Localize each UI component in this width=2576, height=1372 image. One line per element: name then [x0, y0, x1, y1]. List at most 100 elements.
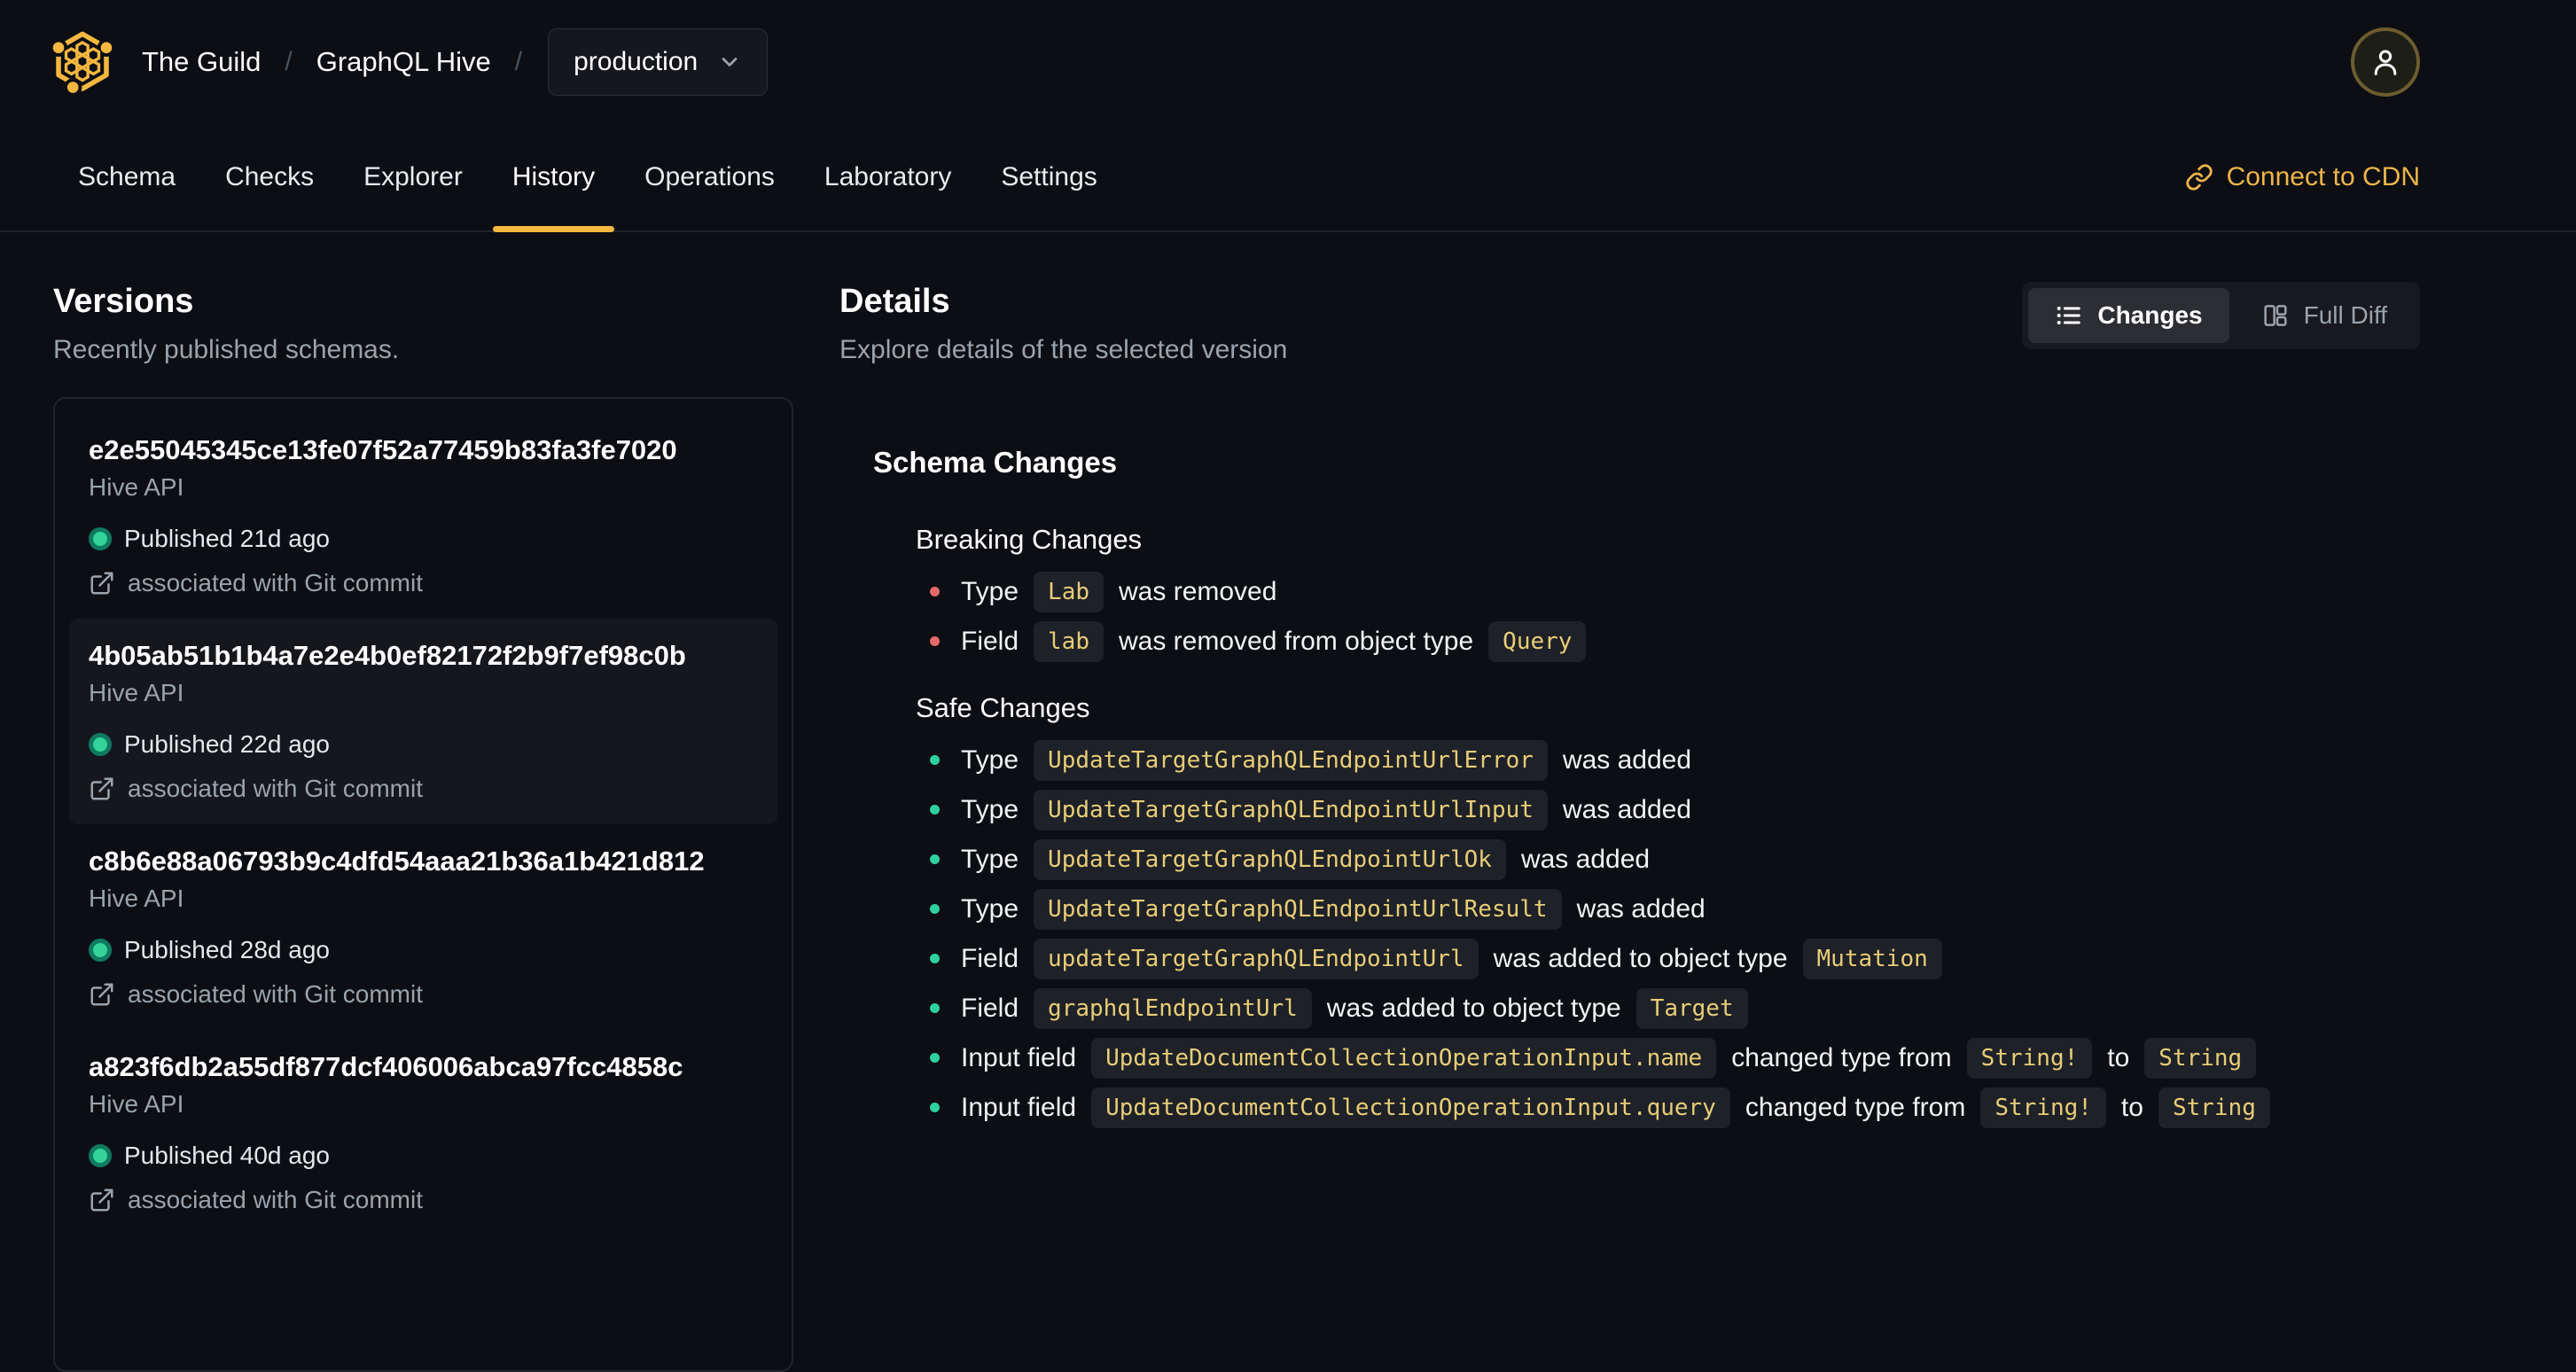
- breadcrumb-separator: /: [285, 47, 293, 76]
- version-hash: c8b6e88a06793b9c4dfd54aaa21b36a1b421d812: [89, 845, 705, 877]
- change-group: Breaking Changes Type Lab was removed Field l…: [873, 523, 2420, 667]
- main-content: Versions Recently published schemas. e2e…: [0, 232, 2576, 1372]
- change-text: Type: [961, 576, 1019, 606]
- change-bullet-icon: [930, 854, 940, 865]
- published-text: Published 28d ago: [124, 935, 330, 963]
- tab-explorer[interactable]: Explorer: [339, 124, 488, 230]
- full-diff-toggle-label: Full Diff: [2303, 301, 2387, 329]
- change-item: Type UpdateTargetGraphQLEndpointUrlResult…: [930, 885, 2420, 934]
- published-dot-icon: [89, 938, 112, 962]
- code-badge: graphqlEndpointUrl: [1034, 987, 1312, 1029]
- change-text: Type: [961, 844, 1019, 874]
- breadcrumb-separator: /: [514, 47, 523, 76]
- change-groups: Breaking Changes Type Lab was removed Field l…: [873, 523, 2420, 1133]
- git-commit-label: associated with Git commit: [128, 1185, 423, 1213]
- details-title: Details: [839, 283, 950, 320]
- version-service: Hive API: [89, 1089, 184, 1118]
- change-text: Field: [961, 993, 1019, 1023]
- breadcrumb-org[interactable]: The Guild: [142, 46, 261, 78]
- change-text: Type: [961, 794, 1019, 824]
- full-diff-toggle-button[interactable]: Full Diff: [2235, 288, 2414, 343]
- code-badge: UpdateTargetGraphQLEndpointUrlInput: [1034, 789, 1548, 830]
- change-text: Field: [961, 626, 1019, 656]
- code-badge: updateTargetGraphQLEndpointUrl: [1034, 938, 1479, 979]
- change-text: to: [2107, 1042, 2130, 1072]
- code-badge: Mutation: [1802, 938, 1942, 979]
- external-link-icon: [89, 776, 115, 802]
- change-bullet-icon: [930, 805, 940, 815]
- change-text: was added to object type: [1493, 943, 1788, 973]
- breadcrumb-project[interactable]: GraphQL Hive: [316, 46, 491, 78]
- view-toggle-group: Changes Full Diff: [2022, 282, 2420, 349]
- person-icon: [2368, 44, 2403, 80]
- user-avatar-button[interactable]: [2351, 27, 2420, 97]
- git-commit-label: associated with Git commit: [128, 979, 423, 1008]
- change-item: Field updateTargetGraphQLEndpointUrl was a…: [930, 934, 2420, 984]
- change-text: to: [2120, 1092, 2143, 1122]
- details-heading-block: Details Explore details of the selected …: [839, 282, 1287, 367]
- page: { "brand": { "org": "The Guild", "projec…: [0, 0, 2576, 1372]
- change-item: Input field UpdateDocumentCollectionOpera…: [930, 1083, 2420, 1133]
- nav-bar: Schema Checks Explorer History Operations Lab…: [0, 124, 2576, 232]
- version-card[interactable]: 4b05ab51b1b4a7e2e4b0ef82172f2b9f7ef98c0b…: [69, 618, 777, 824]
- version-card[interactable]: a823f6db2a55df877dcf406006abca97fcc4858c…: [69, 1030, 777, 1236]
- git-commit-link[interactable]: associated with Git commit: [89, 773, 758, 805]
- change-item: Type UpdateTargetGraphQLEndpointUrlOk was …: [930, 835, 2420, 885]
- change-item: Type UpdateTargetGraphQLEndpointUrlInput w…: [930, 785, 2420, 835]
- published-text: Published 21d ago: [124, 524, 330, 552]
- change-bullet-icon: [930, 1103, 940, 1113]
- tab-schema[interactable]: Schema: [53, 124, 200, 230]
- version-hash: a823f6db2a55df877dcf406006abca97fcc4858c: [89, 1050, 683, 1082]
- versions-panel: Versions Recently published schemas. e2e…: [53, 282, 793, 1372]
- git-commit-label: associated with Git commit: [128, 774, 423, 802]
- change-list: Type Lab was removed Field lab was removed fr…: [916, 567, 2420, 667]
- change-text: was added to object type: [1326, 993, 1621, 1023]
- change-list: Type UpdateTargetGraphQLEndpointUrlError w…: [916, 736, 2420, 1133]
- tab-checks[interactable]: Checks: [200, 124, 339, 230]
- change-group-title: Safe Changes: [916, 691, 1090, 723]
- top-bar: The Guild / GraphQL Hive / production: [0, 0, 2576, 124]
- code-badge: Target: [1635, 987, 1748, 1029]
- tab-laboratory[interactable]: Laboratory: [800, 124, 976, 230]
- hive-logo-icon[interactable]: [50, 27, 115, 97]
- list-icon: [2055, 301, 2083, 330]
- change-text: Type: [961, 744, 1019, 775]
- tab-settings[interactable]: Settings: [976, 124, 1121, 230]
- change-text: Input field: [961, 1042, 1077, 1072]
- change-group-title: Breaking Changes: [916, 523, 1143, 555]
- code-badge: UpdateDocumentCollectionOperationInput.n…: [1091, 1037, 1717, 1079]
- change-text: was removed from object type: [1119, 626, 1474, 656]
- split-columns-icon: [2261, 301, 2290, 330]
- git-commit-link[interactable]: associated with Git commit: [89, 1184, 758, 1216]
- chevron-down-icon: [717, 50, 742, 74]
- published-text: Published 40d ago: [124, 1141, 330, 1169]
- change-bullet-icon: [930, 587, 940, 597]
- details-panel: Details Explore details of the selected …: [839, 282, 2420, 1372]
- change-text: was added: [1576, 893, 1706, 924]
- versions-subtitle: Recently published schemas.: [53, 334, 400, 364]
- version-card[interactable]: c8b6e88a06793b9c4dfd54aaa21b36a1b421d812…: [69, 824, 777, 1030]
- version-hash: e2e55045345ce13fe07f52a77459b83fa3fe7020: [89, 433, 677, 465]
- tab-history[interactable]: History: [488, 124, 620, 232]
- change-text: was added: [1562, 744, 1692, 775]
- changes-toggle-button[interactable]: Changes: [2028, 288, 2229, 343]
- code-badge: String: [2144, 1037, 2257, 1079]
- tab-operations[interactable]: Operations: [620, 124, 800, 230]
- target-selector-dropdown[interactable]: production: [548, 28, 769, 96]
- change-item: Field graphqlEndpointUrl was added to obje…: [930, 984, 2420, 1033]
- change-text: was added: [1520, 844, 1651, 874]
- code-badge: String: [2158, 1087, 2270, 1128]
- change-bullet-icon: [930, 954, 940, 964]
- git-commit-link[interactable]: associated with Git commit: [89, 978, 758, 1010]
- details-subtitle: Explore details of the selected version: [839, 334, 1288, 364]
- change-text: Field: [961, 943, 1019, 973]
- details-header: Details Explore details of the selected …: [839, 282, 2420, 367]
- git-commit-link[interactable]: associated with Git commit: [89, 567, 758, 599]
- link-icon: [2185, 163, 2213, 191]
- change-item: Type Lab was removed: [930, 567, 2420, 617]
- version-card[interactable]: e2e55045345ce13fe07f52a77459b83fa3fe7020…: [69, 413, 777, 619]
- connect-to-cdn-button[interactable]: Connect to CDN: [2185, 162, 2420, 192]
- code-badge: String!: [1980, 1087, 2106, 1128]
- change-item: Type UpdateTargetGraphQLEndpointUrlError w…: [930, 736, 2420, 785]
- change-text: was removed: [1119, 576, 1277, 606]
